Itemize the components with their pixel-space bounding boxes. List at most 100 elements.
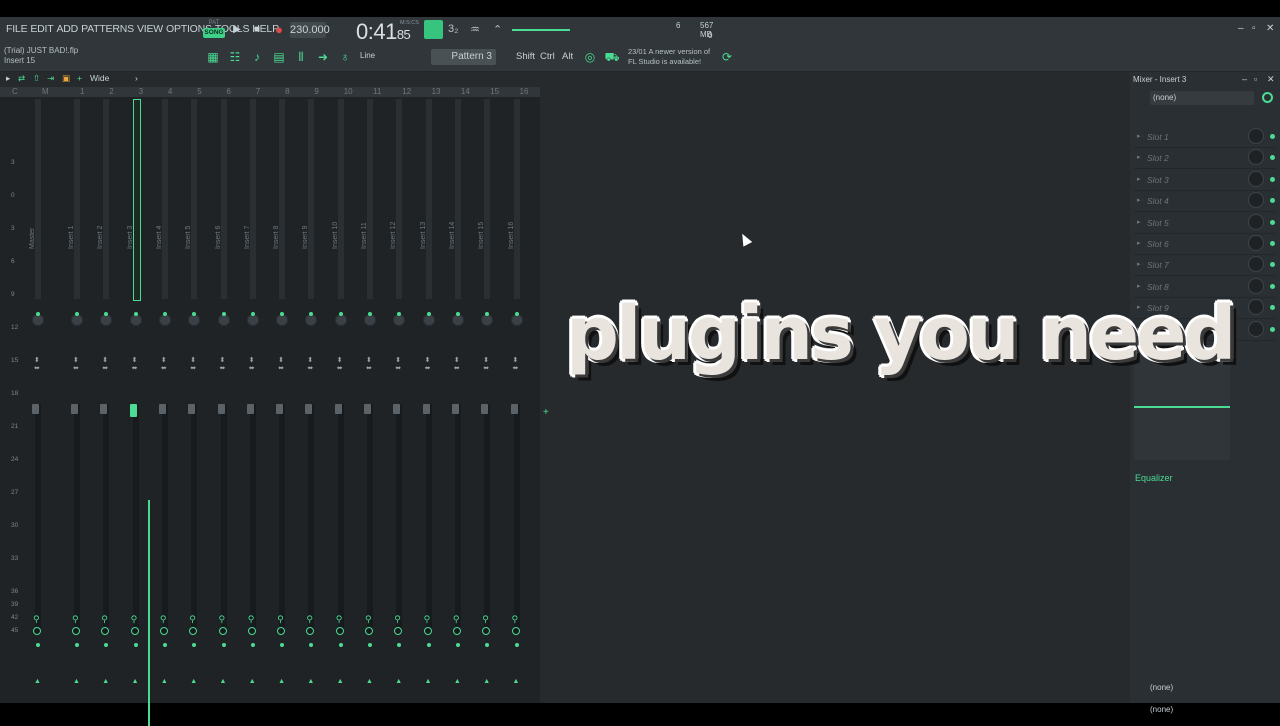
menu-patterns[interactable]: PATTERNS (81, 23, 134, 35)
pan-knob[interactable] (335, 312, 346, 325)
mixer-strip[interactable]: Insert 9 ⬍ ⬌ ⚲ ▲ (298, 99, 324, 685)
volume-fader-handle[interactable] (393, 404, 401, 414)
latency-icon[interactable] (1262, 92, 1273, 103)
volume-fader-track[interactable] (396, 404, 403, 634)
arrow-icon[interactable]: ➜ (315, 49, 331, 65)
mixer-strip[interactable]: Insert 16 ⬍ ⬌ ⚲ ▲ (504, 99, 530, 685)
volume-fader-track[interactable] (367, 404, 373, 634)
pan-knob[interactable] (218, 312, 229, 325)
pan-knob[interactable] (511, 312, 522, 325)
enable-dot[interactable] (514, 643, 519, 647)
volume-fader-track[interactable] (35, 404, 41, 634)
enable-dot[interactable] (133, 643, 138, 647)
volume-fader-track[interactable] (103, 404, 110, 634)
route-arrow-icon[interactable]: ▲ (425, 678, 432, 685)
effect-slot[interactable]: ▸ Slot 3 (1134, 170, 1276, 191)
view-select[interactable]: Wide (90, 73, 109, 83)
fx-icon[interactable]: ⚲ (219, 614, 226, 625)
strip-name[interactable]: Insert 14 (449, 189, 456, 249)
mute-icon[interactable] (365, 627, 373, 635)
stereo-separation-icon[interactable]: ⬍ ⬌ (102, 357, 108, 373)
volume-fader-handle[interactable] (334, 404, 342, 414)
fx-icon[interactable]: ⚲ (453, 614, 460, 625)
pan-knob[interactable] (277, 312, 288, 325)
fx-icon[interactable]: ⚲ (512, 614, 519, 625)
strip-name[interactable]: Insert 1 (68, 189, 75, 249)
enable-dot[interactable] (36, 643, 40, 647)
strip-name[interactable]: Insert 16 (508, 189, 515, 249)
effect-slot[interactable]: ▸ Slot 5 (1134, 213, 1276, 234)
slot-enable-dot[interactable] (1270, 241, 1275, 246)
stereo-separation-icon[interactable]: ⬍ ⬌ (73, 357, 79, 373)
stereo-separation-icon[interactable]: ⬍ ⬌ (190, 357, 196, 373)
view-arrow-icon[interactable]: › (135, 73, 138, 83)
microphone-icon[interactable]: ♁ (337, 49, 353, 65)
strip-name[interactable]: Insert 3 (127, 189, 134, 249)
mute-icon[interactable] (247, 627, 256, 635)
enable-dot[interactable] (221, 643, 226, 647)
route-arrow-icon[interactable]: ▲ (395, 678, 402, 685)
slot-enable-dot[interactable] (1270, 262, 1275, 268)
slot-enable-dot[interactable] (1270, 134, 1275, 139)
enable-dot[interactable] (455, 643, 460, 647)
pan-knob[interactable] (394, 312, 405, 325)
volume-fader-track[interactable] (279, 404, 286, 634)
mute-icon[interactable] (423, 627, 432, 635)
slot-enable-dot[interactable] (1270, 219, 1275, 225)
slot-mix-knob[interactable] (1249, 236, 1263, 250)
volume-fader-track[interactable] (337, 404, 344, 634)
volume-fader-handle[interactable] (481, 404, 489, 414)
effect-slot[interactable]: ▸ Slot 7 (1134, 255, 1276, 277)
tempo-display[interactable]: 230.000 (290, 22, 330, 38)
pan-knob[interactable] (306, 312, 317, 325)
menu-add[interactable]: ADD (57, 23, 79, 35)
update-icon[interactable]: ⟳ (719, 49, 735, 65)
play-icon[interactable]: ▶ (230, 23, 244, 37)
fx-icon[interactable]: ⚲ (72, 614, 79, 625)
pan-knob[interactable] (423, 312, 434, 325)
fx-icon[interactable]: ⚲ (336, 614, 343, 625)
volume-fader-track[interactable] (249, 404, 256, 634)
slot-mix-knob[interactable] (1249, 257, 1263, 272)
slot-arrow-icon[interactable]: ▸ (1137, 282, 1141, 290)
route-arrow-icon[interactable]: ▲ (161, 678, 168, 685)
slot-enable-dot[interactable] (1270, 198, 1275, 204)
enable-dot[interactable] (162, 643, 167, 647)
menu-view[interactable]: VIEW (137, 23, 163, 35)
volume-fader-handle[interactable] (188, 404, 196, 414)
mute-icon[interactable] (218, 627, 227, 635)
slot-enable-dot[interactable] (1270, 155, 1275, 161)
add-track-icon[interactable]: + (543, 407, 549, 418)
stereo-separation-icon[interactable]: ⬍ ⬌ (220, 357, 226, 373)
slot-mix-knob[interactable] (1249, 193, 1263, 208)
fx-icon[interactable]: ⚲ (248, 614, 255, 625)
volume-fader-handle[interactable] (422, 404, 430, 414)
strip-name[interactable]: Insert 7 (244, 189, 251, 249)
stereo-separation-icon[interactable]: ⬍ ⬌ (249, 357, 255, 373)
mixer-strip[interactable]: Insert 5 ⬍ ⬌ ⚲ ▲ (181, 99, 207, 685)
strip-name[interactable]: Insert 2 (97, 189, 104, 249)
close-icon[interactable]: ✕ (1266, 23, 1274, 34)
typing-keyboard-icon[interactable] (424, 20, 443, 39)
fx-icon[interactable]: ⚲ (365, 614, 372, 625)
menu-edit[interactable]: EDIT (30, 23, 53, 35)
mixer-strip[interactable]: Insert 2 ⬍ ⬌ ⚲ ▲ (93, 99, 119, 685)
master-volume-slider[interactable] (512, 29, 570, 31)
stereo-separation-icon[interactable]: ⬍ ⬌ (34, 357, 40, 373)
mixer-icon[interactable]: ⫴ (293, 49, 309, 65)
stereo-separation-icon[interactable]: ⬍ ⬌ (513, 357, 519, 373)
route-arrow-icon[interactable]: ▲ (483, 678, 490, 685)
effect-slot[interactable]: ▸ Slot 2 (1134, 148, 1276, 170)
strip-name[interactable]: Insert 6 (215, 189, 222, 249)
slot-mix-knob[interactable] (1249, 300, 1263, 315)
stereo-separation-icon[interactable]: ⬍ ⬌ (161, 357, 167, 373)
route-arrow-icon[interactable]: ▲ (73, 678, 80, 685)
enable-dot[interactable] (280, 643, 285, 647)
channel-rack-icon[interactable]: ☷ (227, 49, 243, 65)
slot-arrow-icon[interactable]: ▸ (1137, 218, 1141, 226)
route-arrow-icon[interactable]: ▲ (307, 678, 314, 685)
slot-mix-knob[interactable] (1249, 129, 1263, 143)
pan-knob[interactable] (33, 312, 43, 325)
strip-name[interactable]: Insert 9 (302, 189, 309, 249)
wait-icon[interactable]: ♒ (470, 23, 480, 36)
